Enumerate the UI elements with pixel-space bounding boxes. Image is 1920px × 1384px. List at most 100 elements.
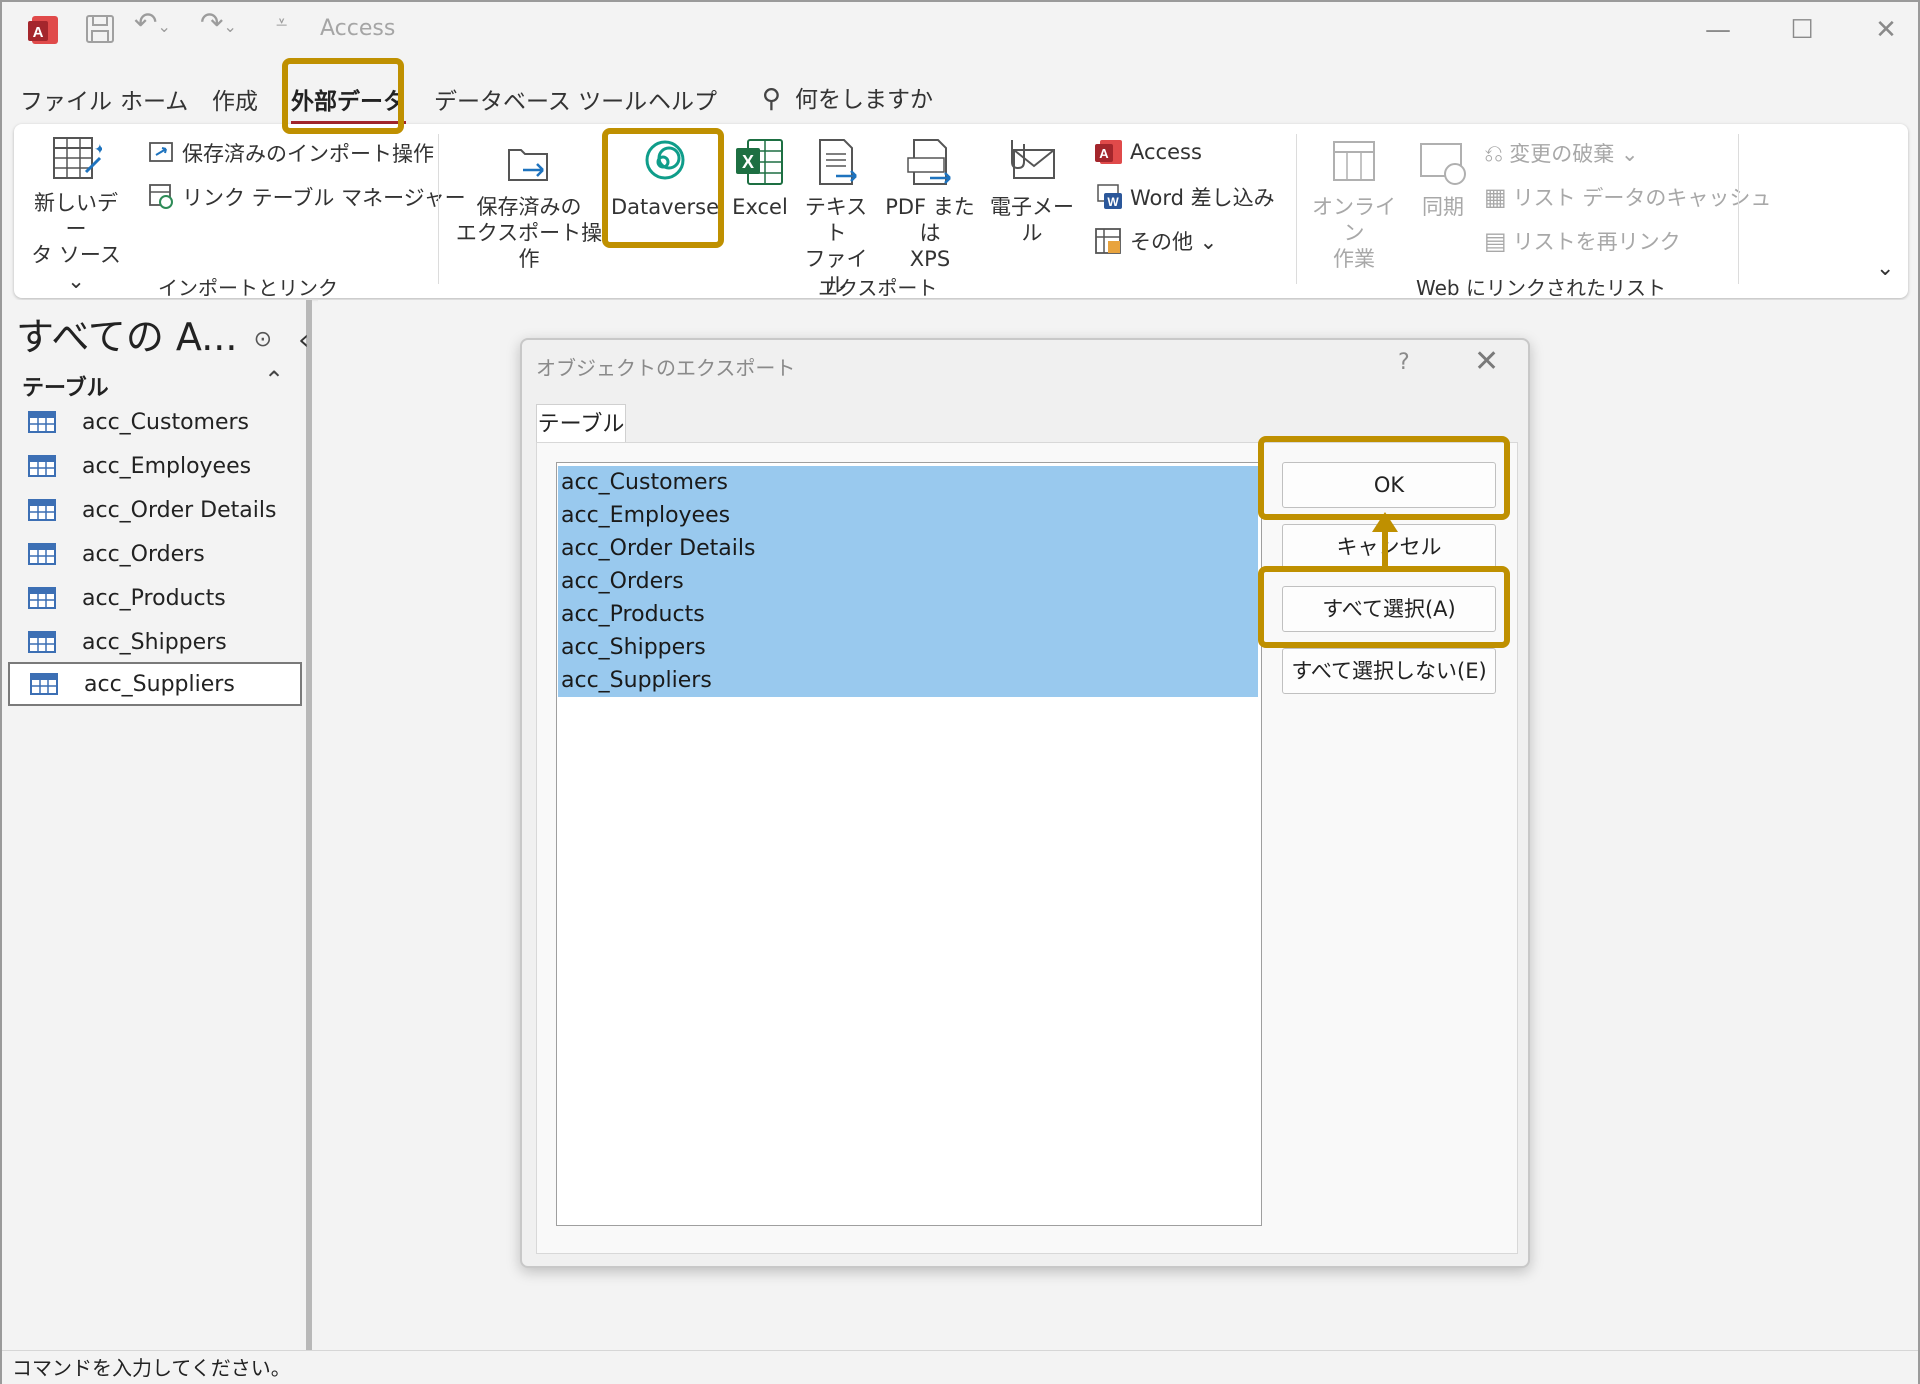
tab-tables[interactable]: テーブル <box>536 404 626 444</box>
list-item[interactable]: acc_Employees <box>558 499 1258 532</box>
ok-button[interactable]: OK <box>1282 462 1496 508</box>
svg-text:✦: ✦ <box>94 142 102 158</box>
nav-table-item[interactable]: acc_Employees <box>8 444 302 488</box>
nav-table-label: acc_Order Details <box>82 497 277 523</box>
cache-list-label: リスト データのキャッシュ <box>1512 186 1772 210</box>
nav-section-tables[interactable]: テーブル <box>22 370 109 402</box>
discard-changes-button[interactable]: ⎌ 変更の破棄 ⌄ <box>1484 138 1638 168</box>
nav-table-item[interactable]: acc_Customers <box>8 400 302 444</box>
dataverse-icon <box>645 140 685 180</box>
discard-changes-label: 変更の破棄 ⌄ <box>1509 142 1639 166</box>
arrow-shaft <box>1382 526 1388 566</box>
object-listbox[interactable]: acc_Customers acc_Employees acc_Order De… <box>556 462 1262 1226</box>
sync-icon <box>1420 143 1466 185</box>
import-link-group-label: インポートとリンク <box>158 276 338 300</box>
collapse-pane-icon[interactable]: ‹ <box>298 323 309 356</box>
minimize-button[interactable]: — <box>1678 10 1758 50</box>
access-export-label: Access <box>1130 140 1202 164</box>
nav-table-item[interactable]: acc_Shippers <box>8 620 302 664</box>
sync-button[interactable]: 同期 <box>1406 136 1480 220</box>
new-data-source-icon: ✦ <box>53 137 102 179</box>
collapse-ribbon-button[interactable]: ⌄ <box>1876 256 1894 281</box>
email-export-button[interactable]: 電子メール <box>982 136 1082 246</box>
new-data-source-button[interactable]: ✦ 新しいデー タ ソース ⌄ <box>28 132 124 294</box>
tell-me-label: 何をしますか <box>795 87 934 113</box>
list-item[interactable]: acc_Suppliers <box>558 664 1258 697</box>
svg-text:A: A <box>1099 146 1109 161</box>
chevron-up-icon[interactable]: ⌃ <box>264 366 284 394</box>
nav-table-item[interactable]: acc_Order Details <box>8 488 302 532</box>
svg-text:X: X <box>742 152 754 172</box>
group-separator <box>1738 134 1739 284</box>
linked-table-manager-button[interactable]: リンク テーブル マネージャー <box>148 182 466 212</box>
nav-table-label: acc_Products <box>82 585 226 611</box>
saved-imports-button[interactable]: 保存済みのインポート操作 <box>148 138 434 168</box>
saved-exports-button[interactable]: 保存済みの エクスポート操作 <box>454 136 604 272</box>
nav-table-item-selected[interactable]: acc_Suppliers <box>8 662 302 706</box>
status-bar: コマンドを入力してください。 <box>2 1350 1918 1384</box>
access-export-button[interactable]: A Access <box>1094 138 1202 166</box>
close-button[interactable]: ✕ <box>1846 10 1920 50</box>
email-label: 電子メール <box>990 195 1074 245</box>
deselect-all-button[interactable]: すべて選択しない(E) <box>1282 648 1496 694</box>
table-icon <box>28 631 56 653</box>
more-export-button[interactable]: その他 ⌄ <box>1094 226 1217 256</box>
nav-pane-title[interactable]: すべての A... ⊙ ‹ <box>16 306 309 361</box>
access-db-icon: A <box>1095 140 1122 164</box>
tab-create[interactable]: 作成 <box>212 82 258 116</box>
new-data-source-line1: 新しいデー <box>34 191 118 241</box>
tab-home[interactable]: ホーム <box>120 82 188 116</box>
list-item[interactable]: acc_Shippers <box>558 631 1258 664</box>
list-item[interactable]: acc_Customers <box>558 466 1258 499</box>
access-app-icon[interactable]: A <box>26 12 62 48</box>
redo-icon[interactable]: ↷⌄ <box>200 6 237 39</box>
title-bar: A ↶⌄ ↷⌄ ⩡ Access — ☐ ✕ <box>2 2 1918 58</box>
table-icon <box>28 587 56 609</box>
more-export-label: その他 ⌄ <box>1130 230 1218 254</box>
relink-lists-label: リストを再リンク <box>1512 230 1681 254</box>
export-group-label: エクスポート <box>818 276 938 300</box>
linked-table-manager-label: リンク テーブル マネージャー <box>182 186 466 210</box>
help-icon[interactable]: ? <box>1398 350 1410 375</box>
nav-menu-icon[interactable]: ⊙ <box>254 327 272 352</box>
select-all-button[interactable]: すべて選択(A) <box>1282 586 1496 632</box>
undo-icon[interactable]: ↶⌄ <box>134 6 171 39</box>
linked-table-manager-icon <box>149 184 173 209</box>
dialog-title: オブジェクトのエクスポート <box>536 356 796 380</box>
list-item[interactable]: acc_Order Details <box>558 532 1258 565</box>
tab-file[interactable]: ファイル <box>20 82 112 116</box>
table-icon <box>28 455 56 477</box>
ribbon-tabs: ファイル ホーム 作成 外部データ データベース ツール ヘルプ ⚲ 何をしますか <box>2 76 1918 124</box>
word-merge-button[interactable]: W Word 差し込み <box>1094 182 1275 212</box>
svg-text:A: A <box>33 24 44 41</box>
tab-database-tools[interactable]: データベース ツール <box>434 82 647 116</box>
dataverse-export-button[interactable]: Dataverse <box>610 136 720 220</box>
table-icon <box>28 499 56 521</box>
list-item[interactable]: acc_Products <box>558 598 1258 631</box>
cache-list-data-button[interactable]: ▦ リスト データのキャッシュ <box>1484 182 1771 212</box>
text-file-line1: テキスト <box>804 195 868 245</box>
list-item[interactable]: acc_Orders <box>558 565 1258 598</box>
nav-table-item[interactable]: acc_Orders <box>8 532 302 576</box>
relink-lists-button[interactable]: ▤ リストを再リンク <box>1484 226 1681 256</box>
work-online-line2: 作業 <box>1333 247 1375 271</box>
dialog-close-button[interactable]: ✕ <box>1474 344 1499 379</box>
tab-external-data[interactable]: 外部データ <box>291 82 406 124</box>
pdf-xps-export-button[interactable]: PDF または XPS <box>878 136 982 272</box>
excel-export-button[interactable]: X Excel <box>726 136 794 220</box>
tab-help[interactable]: ヘルプ <box>648 82 717 116</box>
tell-me-search[interactable]: ⚲ 何をしますか <box>762 80 933 114</box>
text-file-icon <box>819 139 857 185</box>
nav-table-item[interactable]: acc_Products <box>8 576 302 620</box>
ribbon: ✦ 新しいデー タ ソース ⌄ 保存済みのインポート操作 リンク テーブル マネ… <box>14 124 1908 300</box>
nav-table-label: acc_Employees <box>82 453 252 479</box>
navigation-pane: すべての A... ⊙ ‹ テーブル ⌃ acc_Customers acc_E… <box>2 300 312 1350</box>
save-icon[interactable] <box>84 12 116 46</box>
word-merge-label: Word 差し込み <box>1130 186 1275 210</box>
maximize-button[interactable]: ☐ <box>1762 10 1842 50</box>
excel-label: Excel <box>732 195 788 219</box>
customize-qat-icon[interactable]: ⩡ <box>276 10 287 34</box>
word-merge-icon: W <box>1097 184 1122 209</box>
nav-table-label: acc_Suppliers <box>84 671 235 697</box>
work-online-button[interactable]: オンライン 作業 <box>1308 136 1400 272</box>
